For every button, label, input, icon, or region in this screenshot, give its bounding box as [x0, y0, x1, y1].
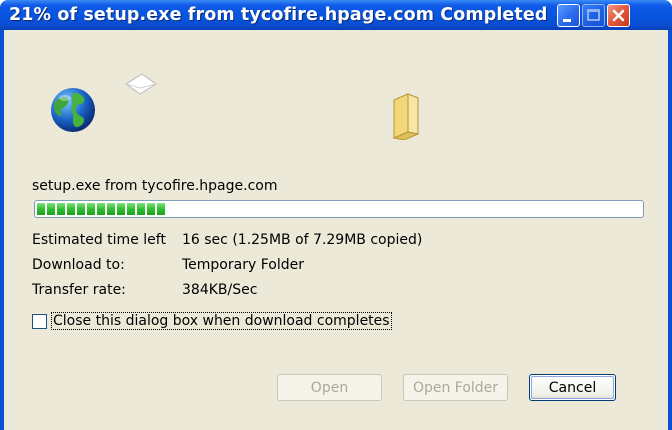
- window-title: 21% of setup.exe from tycofire.hpage.com…: [9, 5, 548, 25]
- transfer-rate-value: 384KB/Sec: [182, 282, 258, 298]
- open-folder-button[interactable]: Open Folder: [403, 374, 508, 401]
- maximize-button[interactable]: [582, 4, 605, 27]
- progress-block: [37, 203, 45, 215]
- progress-block: [57, 203, 65, 215]
- progress-block: [127, 203, 135, 215]
- paper-icon: [125, 73, 157, 95]
- open-button[interactable]: Open: [277, 374, 382, 401]
- download-progress-bar: [34, 200, 644, 218]
- close-button[interactable]: [607, 4, 630, 27]
- globe-icon: [51, 88, 95, 132]
- progress-block: [47, 203, 55, 215]
- folder-icon: [392, 93, 420, 140]
- progress-block: [87, 203, 95, 215]
- transfer-rate-label: Transfer rate:: [32, 282, 126, 298]
- download-to-label: Download to:: [32, 257, 125, 273]
- close-on-complete-label[interactable]: Close this dialog box when download comp…: [51, 312, 392, 330]
- download-source: setup.exe from tycofire.hpage.com: [32, 178, 278, 194]
- progress-block: [157, 203, 165, 215]
- progress-block: [147, 203, 155, 215]
- download-to-value: Temporary Folder: [182, 257, 304, 273]
- time-left-value: 16 sec (1.25MB of 7.29MB copied): [182, 232, 423, 248]
- minimize-icon: [563, 19, 571, 22]
- time-left-label: Estimated time left: [32, 232, 166, 248]
- cancel-button[interactable]: Cancel: [529, 374, 616, 401]
- close-on-complete-checkbox[interactable]: [32, 314, 47, 329]
- maximize-icon: [587, 9, 600, 21]
- progress-block: [77, 203, 85, 215]
- progress-block: [67, 203, 75, 215]
- dialog-body: setup.exe from tycofire.hpage.com Estima…: [4, 30, 668, 430]
- minimize-button[interactable]: [557, 4, 580, 27]
- progress-block: [117, 203, 125, 215]
- progress-block: [137, 203, 145, 215]
- progress-fill: [37, 203, 641, 215]
- progress-block: [97, 203, 105, 215]
- download-dialog: 21% of setup.exe from tycofire.hpage.com…: [0, 0, 672, 430]
- title-bar[interactable]: 21% of setup.exe from tycofire.hpage.com…: [0, 0, 672, 30]
- progress-block: [107, 203, 115, 215]
- close-icon: [612, 9, 625, 22]
